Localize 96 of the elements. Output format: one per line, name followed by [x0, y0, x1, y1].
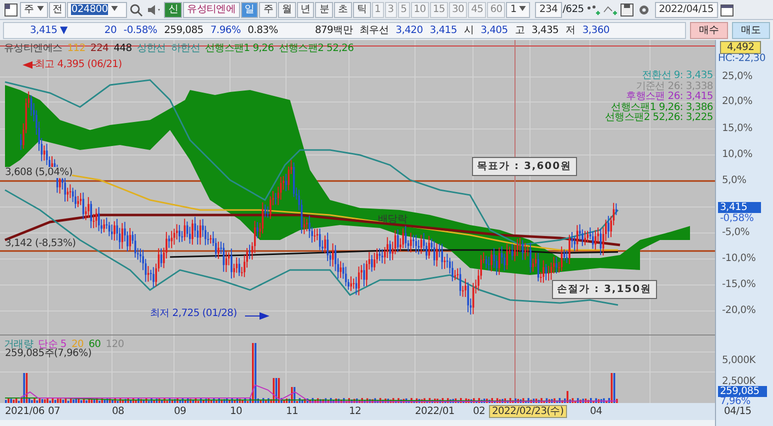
hc-label: HC:-22,30	[718, 53, 766, 64]
low-price-label: 최저 2,725 (01/28)	[150, 308, 237, 319]
legend-label: 유성티엔에스	[4, 42, 62, 56]
high-price-label: 최고 4,395 (06/21)	[35, 59, 122, 70]
market-dropdown[interactable]: 주	[20, 2, 48, 18]
period-tab[interactable]: 분	[315, 2, 334, 18]
legend-label: 60	[88, 338, 101, 350]
stock-name: 유성티엔에	[183, 2, 240, 18]
current-volume-label: 259,085	[718, 386, 768, 397]
caret-icon	[519, 6, 526, 12]
date-label: 12	[349, 406, 362, 417]
axis-tick-label: 5,0%	[722, 175, 746, 186]
search-icon[interactable]	[128, 2, 144, 18]
current-volume-pct-label: 7,96%	[720, 396, 750, 407]
top-price-label: 4,492	[720, 41, 762, 54]
legend-label: 선행스팬2 52,26	[278, 42, 354, 56]
legend-label: 거래량	[4, 338, 34, 350]
legend-label: 448	[114, 42, 132, 56]
axis-tick-label: 15,0%	[722, 123, 752, 134]
quote-value: 0.83%	[248, 24, 278, 38]
indicator-value: 전환선 9: 3,435	[642, 70, 713, 81]
period-tab[interactable]: 월	[278, 2, 296, 18]
quote-value: 시	[464, 24, 474, 38]
axis-tick-label: 2,500K	[722, 376, 756, 387]
target-price-label: 목표가 : 3,600원	[472, 157, 577, 176]
legend-label: 선행스팬1 9,26	[204, 42, 274, 56]
volume-reading: 259,085주(7,96%)	[5, 348, 92, 359]
total-count: /625	[562, 3, 584, 17]
period-tab[interactable]: 초	[334, 2, 352, 18]
new-badge[interactable]: 신	[164, 2, 182, 18]
indicator-value: 선행스팬2 52,26: 3,225	[605, 112, 713, 123]
axis-tick-label: 25,0%	[722, 71, 752, 82]
axis-tick-label: -10,0%	[722, 253, 756, 264]
stop-price-label: 손절가 : 3,150원	[552, 280, 657, 299]
all-button[interactable]: 전	[48, 2, 66, 18]
unit-dropdown[interactable]: 1	[506, 2, 530, 18]
period-tab[interactable]: 틱	[352, 2, 371, 18]
cursor-date-label: 2022/02/23(수)	[489, 405, 567, 418]
indicator-value: 선행스팬1 9,26: 3,386	[611, 102, 713, 112]
quote-value: 3,435	[531, 24, 559, 38]
buy-button[interactable]: 매수	[690, 22, 728, 38]
code-field[interactable]: 024800	[67, 2, 128, 18]
legend-label: 224	[90, 42, 109, 56]
calendar-icon[interactable]	[718, 2, 735, 18]
sell-button[interactable]: 매도	[732, 22, 770, 38]
quote-value: 최우선	[360, 24, 389, 38]
axis-tick-label: 10,0%	[722, 149, 752, 160]
quote-value: 3,405	[480, 24, 508, 38]
date-label: 2022/01	[415, 406, 454, 417]
date-label: 07	[48, 406, 60, 417]
axis-tick-label: -20,0%	[722, 305, 756, 316]
dividend-label: 배당락	[378, 214, 408, 225]
line-price-label: 3,608 (5,04%)	[5, 167, 72, 178]
quote-value: 7.96%	[210, 24, 241, 38]
quote-value: 저	[566, 24, 576, 38]
indicator-value: 후행스팬 26: 3,415	[626, 91, 713, 102]
quote-value: 3,415 ▼	[30, 24, 68, 38]
date-label: 11	[286, 406, 298, 417]
quote-value: 20	[104, 24, 117, 38]
end-date-label: 04/15	[724, 406, 752, 417]
legend-label: 상한선	[136, 42, 166, 56]
date-label: 08	[112, 406, 124, 417]
axis-tick-label: -15,0%	[722, 279, 756, 290]
arrow-icon	[244, 312, 268, 320]
caret-icon	[110, 6, 118, 12]
current-change-label: -0,58%	[720, 213, 754, 224]
quote-value: 3,360	[582, 24, 610, 38]
arrow-icon	[24, 61, 36, 68]
axis-tick-label: 5,000K	[722, 355, 756, 366]
quote-value: 고	[514, 24, 524, 38]
date-field[interactable]: 2022/04/15	[654, 2, 718, 18]
legend-label: 하한선	[170, 42, 200, 56]
legend-label: 112	[67, 42, 86, 56]
date-label: 09	[174, 406, 186, 417]
date-label: 02	[473, 406, 486, 417]
window-icon[interactable]	[3, 2, 19, 18]
line-price-label: 3,142 (-8,53%)	[5, 238, 76, 249]
legend-label: 단순 5	[38, 338, 66, 350]
legend-label: 120	[106, 338, 124, 352]
count-field[interactable]: 234	[535, 2, 562, 18]
quote-value: -0.58%	[124, 24, 158, 38]
quote-value: 259,085	[164, 24, 204, 38]
save-icon[interactable]	[618, 2, 635, 18]
period-tab[interactable]: 년	[296, 2, 314, 18]
legend-label: 20	[71, 338, 84, 350]
quote-value: 3,420	[396, 24, 423, 38]
current-price-label: 3,415	[718, 202, 762, 213]
quote-value: 3,415	[430, 24, 457, 38]
axis-tick-label: 20,0%	[722, 96, 752, 107]
period-tab[interactable]: 주	[259, 2, 278, 18]
caret-icon	[36, 6, 44, 12]
date-label: 2021/06	[5, 406, 44, 417]
axis-tick-label: -5,0%	[722, 227, 750, 238]
date-label: 10	[230, 406, 242, 417]
quote-value: 879백만	[314, 24, 353, 38]
date-label: 04	[590, 406, 602, 417]
